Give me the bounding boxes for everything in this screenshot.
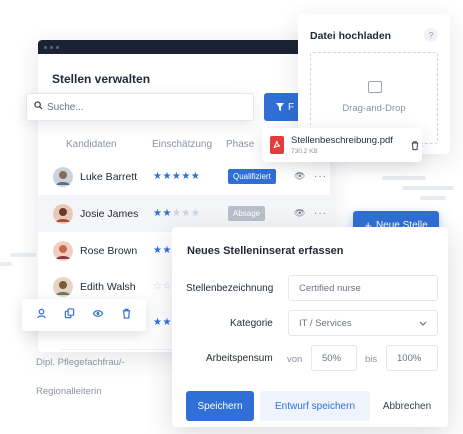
rating-stars[interactable]: ★★★★★ xyxy=(153,208,200,219)
job-row[interactable]: Regionalleiterin xyxy=(36,386,101,397)
workload-from-field[interactable]: 50% xyxy=(311,345,357,371)
save-draft-button[interactable]: Entwurf speichern xyxy=(260,391,370,421)
help-icon[interactable]: ? xyxy=(424,28,438,42)
candidate-name: Luke Barrett xyxy=(80,170,138,183)
image-icon xyxy=(368,81,382,93)
drop-label: Drag-and-Drop xyxy=(342,103,406,114)
eye-icon[interactable]: 👁 xyxy=(294,171,305,182)
decor-line xyxy=(402,186,454,190)
eye-icon[interactable] xyxy=(92,308,104,322)
stars-empty: ☆☆ xyxy=(153,281,172,292)
copy-icon[interactable] xyxy=(64,308,75,322)
stars-filled: ★★★★★ xyxy=(153,171,201,182)
workload-to-field[interactable]: 100% xyxy=(386,345,438,371)
search-placeholder: Suche... xyxy=(47,101,84,113)
category-select[interactable]: IT / Services xyxy=(288,310,438,336)
designation-label: Stellenbezeichnung xyxy=(186,283,274,294)
column-header-candidates[interactable]: Kandidaten xyxy=(66,139,117,150)
stars-empty: ★★★ xyxy=(171,208,201,219)
filter-icon xyxy=(276,102,284,111)
decor-line xyxy=(420,196,446,200)
column-header-rating[interactable]: Einschätzung xyxy=(152,139,212,150)
avatar xyxy=(53,203,73,224)
to-label: bis xyxy=(365,354,378,365)
candidate-name: Edith Walsh xyxy=(80,280,136,293)
rating-stars[interactable]: ★★★★★ xyxy=(153,171,200,182)
search-input[interactable]: Suche... xyxy=(26,93,254,121)
search-icon xyxy=(34,101,43,113)
decor-line xyxy=(10,253,36,257)
uploaded-file[interactable]: Stellenbeschreibung.pdf 730.2 KB xyxy=(262,128,422,162)
window-titlebar xyxy=(38,40,330,54)
from-label: von xyxy=(287,354,303,365)
eye-icon[interactable]: 👁 xyxy=(294,208,305,219)
file-name: Stellenbeschreibung.pdf xyxy=(291,135,393,146)
filter-label: F xyxy=(288,101,295,113)
chevron-down-icon xyxy=(419,319,427,328)
window-dot[interactable] xyxy=(56,45,59,49)
more-icon[interactable]: ··· xyxy=(314,208,327,219)
more-icon[interactable]: ··· xyxy=(314,171,327,182)
row-action-toolbar xyxy=(22,299,146,331)
window-dot[interactable] xyxy=(50,45,53,49)
decor-line xyxy=(0,262,12,266)
stars-filled: ★★ xyxy=(153,245,172,256)
status-badge[interactable]: Absage xyxy=(228,206,266,221)
trash-icon[interactable] xyxy=(410,140,420,154)
designation-field[interactable]: Certified nurse xyxy=(288,275,438,301)
new-job-form: Neues Stelleninserat erfassen Stellenbez… xyxy=(172,227,448,427)
avatar xyxy=(53,166,73,187)
trash-icon[interactable] xyxy=(121,308,132,322)
candidate-row[interactable]: Luke Barrett ★★★★★ Qualifiziert 👁 ··· xyxy=(38,158,336,195)
avatar xyxy=(53,240,73,261)
column-header-phase[interactable]: Phase xyxy=(226,139,254,150)
stars-filled: ★★ xyxy=(153,208,172,219)
cancel-button[interactable]: Abbrechen xyxy=(377,391,437,421)
stars-filled: ★★ xyxy=(153,317,172,328)
workload-label: Arbeitspensum xyxy=(206,353,273,364)
decor-line xyxy=(382,176,426,180)
window-dot[interactable] xyxy=(44,45,47,49)
save-button[interactable]: Speichern xyxy=(186,391,254,421)
category-value: IT / Services xyxy=(299,317,352,329)
form-title: Neues Stelleninserat erfassen xyxy=(187,245,344,257)
file-size: 730.2 KB xyxy=(291,148,318,155)
rating-stars[interactable]: ★★ xyxy=(153,245,172,256)
candidate-name: Rose Brown xyxy=(80,244,138,257)
avatar xyxy=(53,276,73,297)
job-row[interactable]: Dipl. Pflegefachfrau/- xyxy=(36,357,125,368)
user-icon[interactable] xyxy=(36,308,47,322)
rating-stars[interactable]: ☆☆ xyxy=(153,281,172,292)
upload-title: Datei hochladen xyxy=(310,30,392,42)
rating-stars[interactable]: ★★ xyxy=(153,317,172,328)
status-badge[interactable]: Qualifiziert xyxy=(228,169,276,184)
candidate-name: Josie James xyxy=(80,207,139,220)
pdf-icon xyxy=(270,136,284,154)
page-title: Stellen verwalten xyxy=(52,72,151,86)
category-label: Kategorie xyxy=(230,318,273,329)
